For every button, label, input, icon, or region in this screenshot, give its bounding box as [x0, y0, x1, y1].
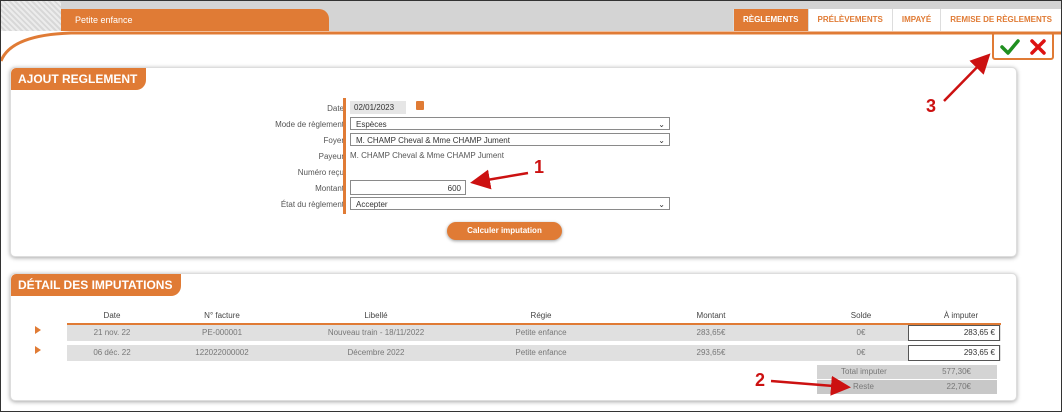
annotation-arrow-3 — [943, 53, 991, 102]
annotation-arrow-2 — [770, 375, 851, 396]
annotation-label-2: 2 — [755, 370, 766, 390]
annotation-arrows — [470, 53, 991, 396]
annotation-label-1: 1 — [534, 157, 545, 177]
app-window: Petite enfance RÈGLEMENTS PRÉLÈVEMENTS I… — [0, 0, 1062, 412]
annotation-label-3: 3 — [926, 96, 937, 116]
annotation-arrow-1 — [470, 169, 529, 190]
